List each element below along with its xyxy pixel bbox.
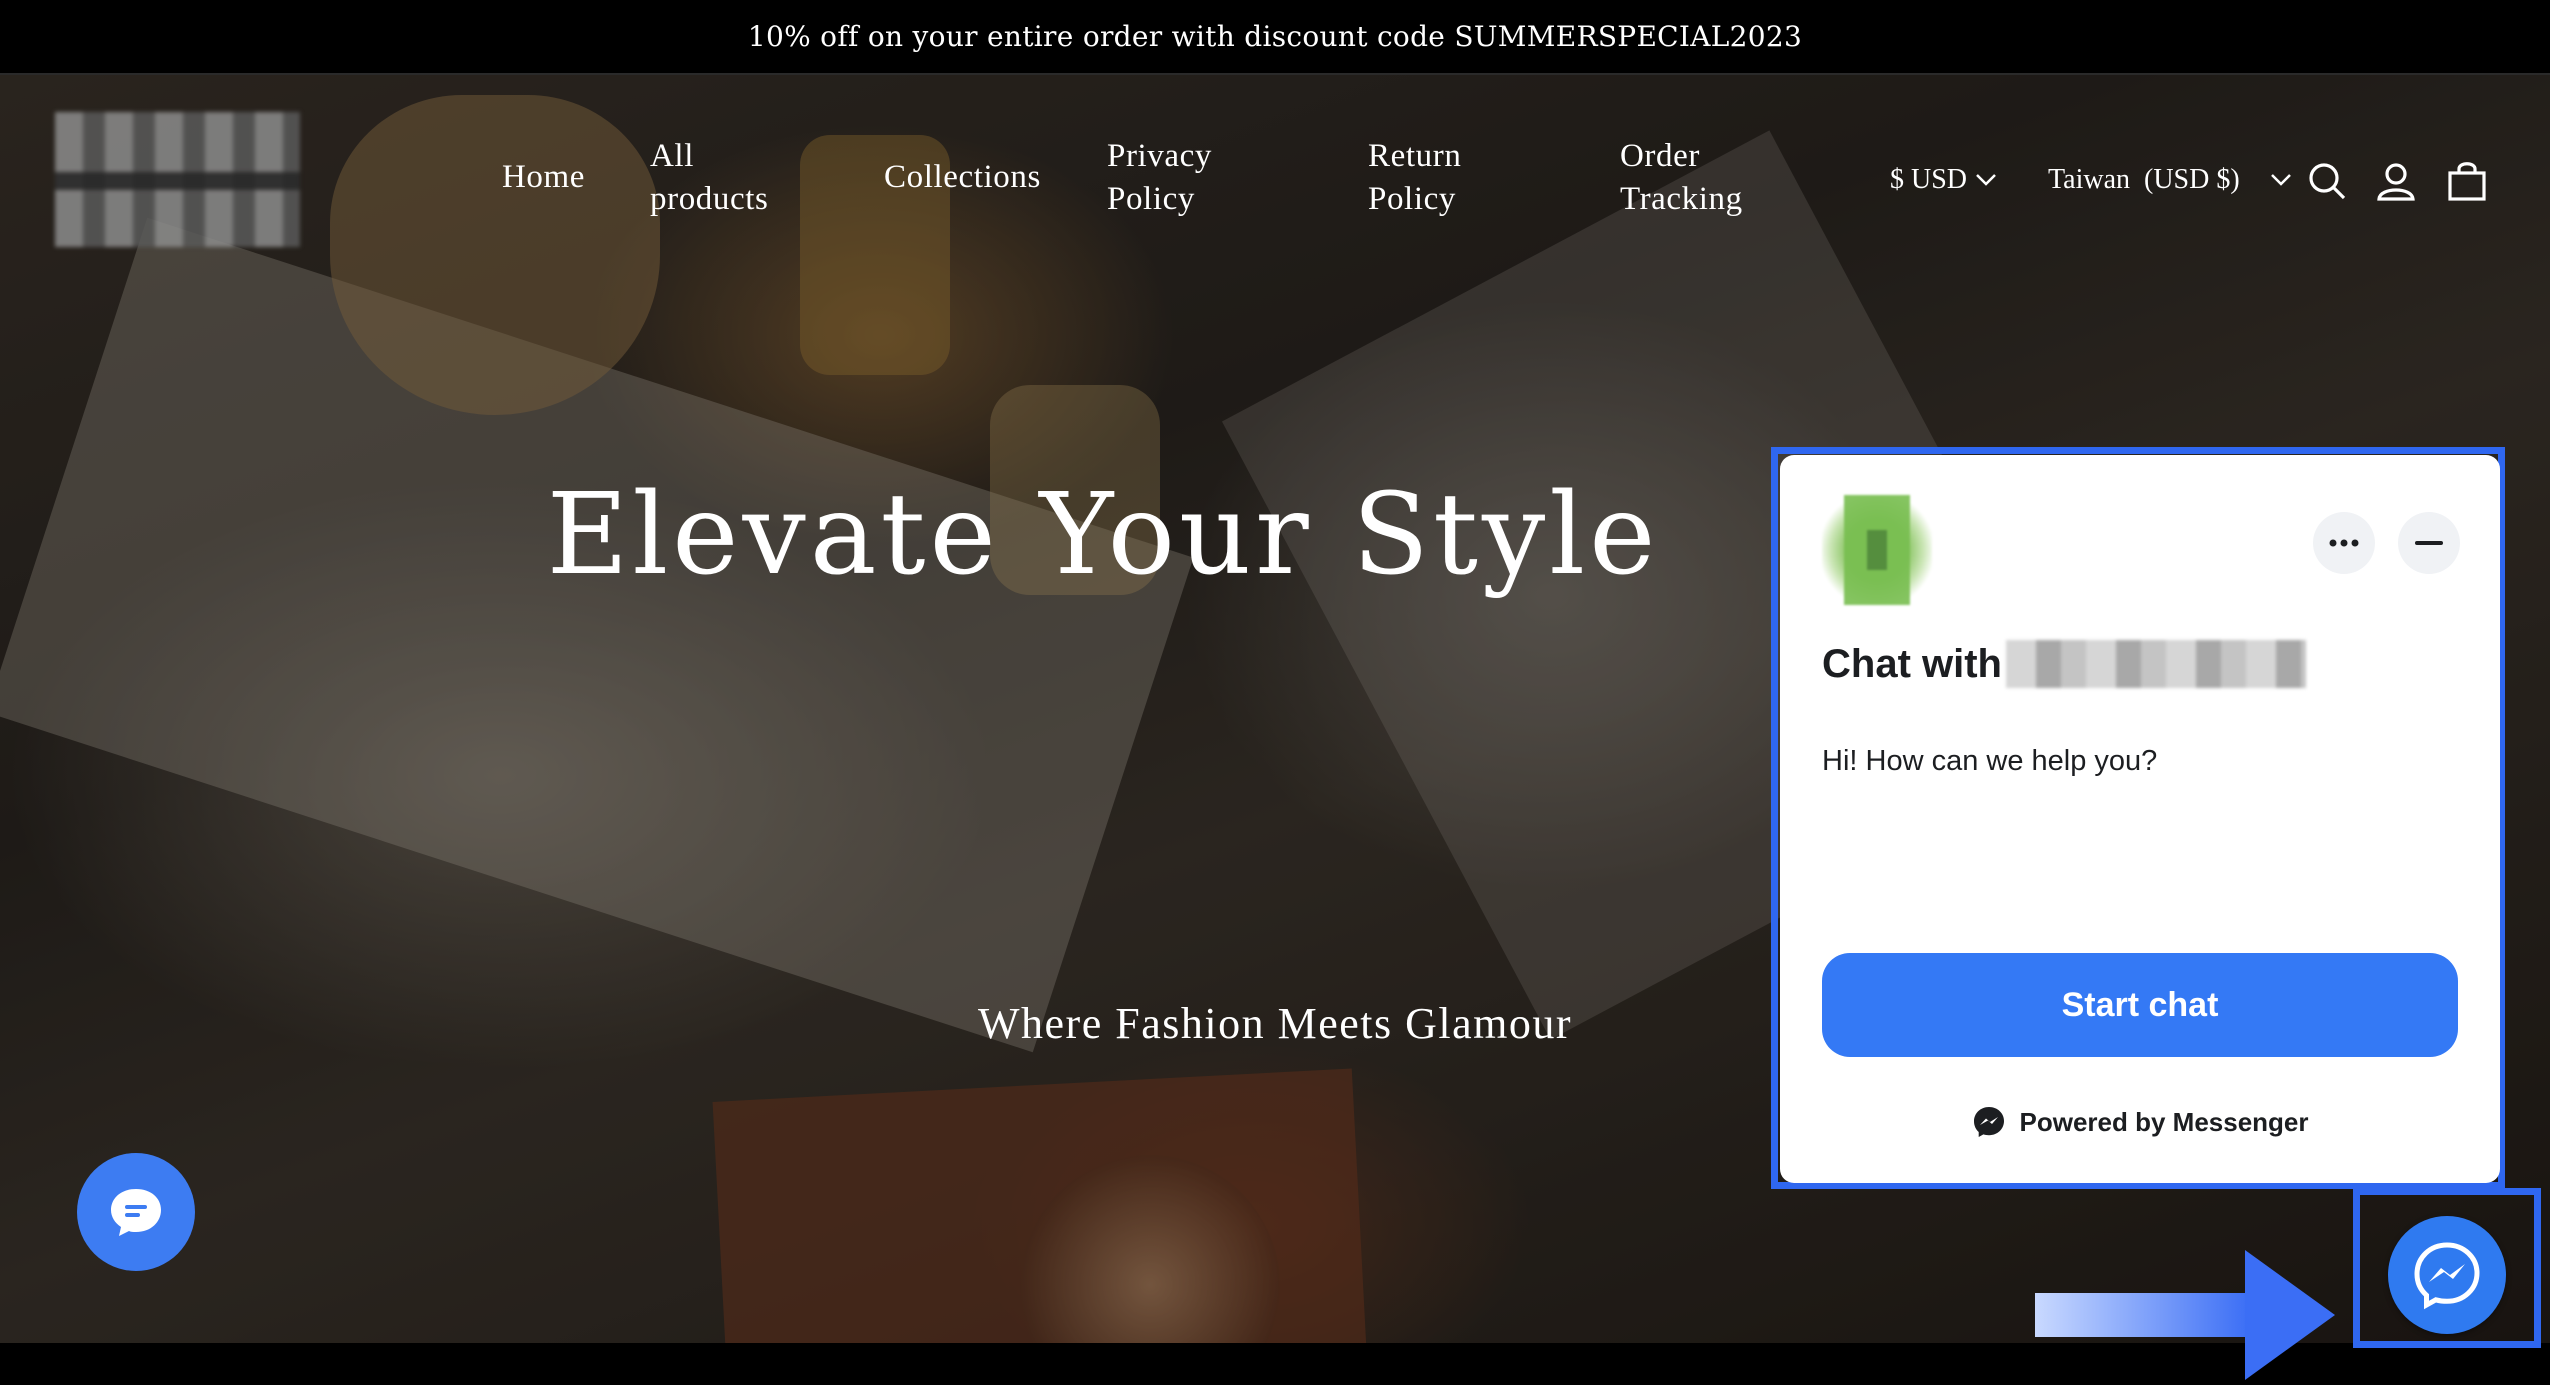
- chat-bubble-icon: [111, 1189, 161, 1236]
- hero-subheadline-text: Where Fashion Meets Glamour: [977, 999, 1573, 1048]
- messenger-launcher-button[interactable]: [2388, 1216, 2506, 1334]
- nav-order-tracking[interactable]: Order Tracking: [1620, 135, 1743, 221]
- search-button[interactable]: [2305, 159, 2349, 203]
- hero-headline-text: Elevate Your Style: [546, 470, 1660, 600]
- announcement-text: 10% off on your entire order with discou…: [747, 20, 1803, 53]
- announcement-bar: 10% off on your entire order with discou…: [0, 0, 2550, 75]
- store-logo[interactable]: [55, 112, 300, 247]
- region-label: Taiwan (USD $): [2048, 164, 2240, 195]
- messenger-icon: [2414, 1242, 2480, 1310]
- page-avatar: [1822, 495, 1932, 605]
- minimize-icon: [2415, 541, 2443, 545]
- chat-greeting: Hi! How can we help you?: [1822, 745, 2158, 777]
- messenger-chat-widget: Chat with Hi! How can we help you? Start…: [1780, 455, 2500, 1183]
- more-options-icon: [2329, 539, 2359, 547]
- chevron-down-icon: [1976, 174, 1996, 186]
- chevron-down-icon: [2270, 174, 2291, 186]
- chat-title-prefix: Chat with: [1822, 641, 2002, 686]
- search-icon: [2309, 163, 2346, 200]
- nav-privacy-policy[interactable]: Privacy Policy: [1107, 135, 1212, 221]
- nav-collections[interactable]: Collections: [884, 156, 1041, 199]
- page-name-redacted: [2005, 640, 2306, 688]
- messenger-logo-icon: [1973, 1107, 2004, 1137]
- currency-label: $ USD: [1890, 164, 1968, 195]
- minimize-button[interactable]: [2398, 512, 2460, 574]
- chat-title: Chat with: [1822, 640, 2306, 688]
- region-selector[interactable]: Taiwan (USD $): [2048, 164, 2292, 196]
- powered-by-label: Powered by Messenger: [2019, 1106, 2309, 1137]
- more-options-button[interactable]: [2313, 512, 2375, 574]
- chat-launcher-button[interactable]: [77, 1153, 195, 1271]
- account-icon: [2377, 163, 2415, 201]
- start-chat-button[interactable]: Start chat: [1822, 953, 2458, 1057]
- currency-selector[interactable]: $ USD: [1890, 164, 1997, 196]
- cart-button[interactable]: [2445, 159, 2489, 203]
- pointer-arrow-icon: [2035, 1250, 2335, 1380]
- nav-return-policy[interactable]: Return Policy: [1368, 135, 1461, 221]
- nav-all-products[interactable]: All products: [650, 135, 768, 221]
- account-button[interactable]: [2374, 159, 2418, 203]
- cart-icon: [2448, 162, 2486, 201]
- powered-by-messenger[interactable]: Powered by Messenger: [1780, 1105, 2500, 1139]
- nav-home[interactable]: Home: [502, 156, 585, 199]
